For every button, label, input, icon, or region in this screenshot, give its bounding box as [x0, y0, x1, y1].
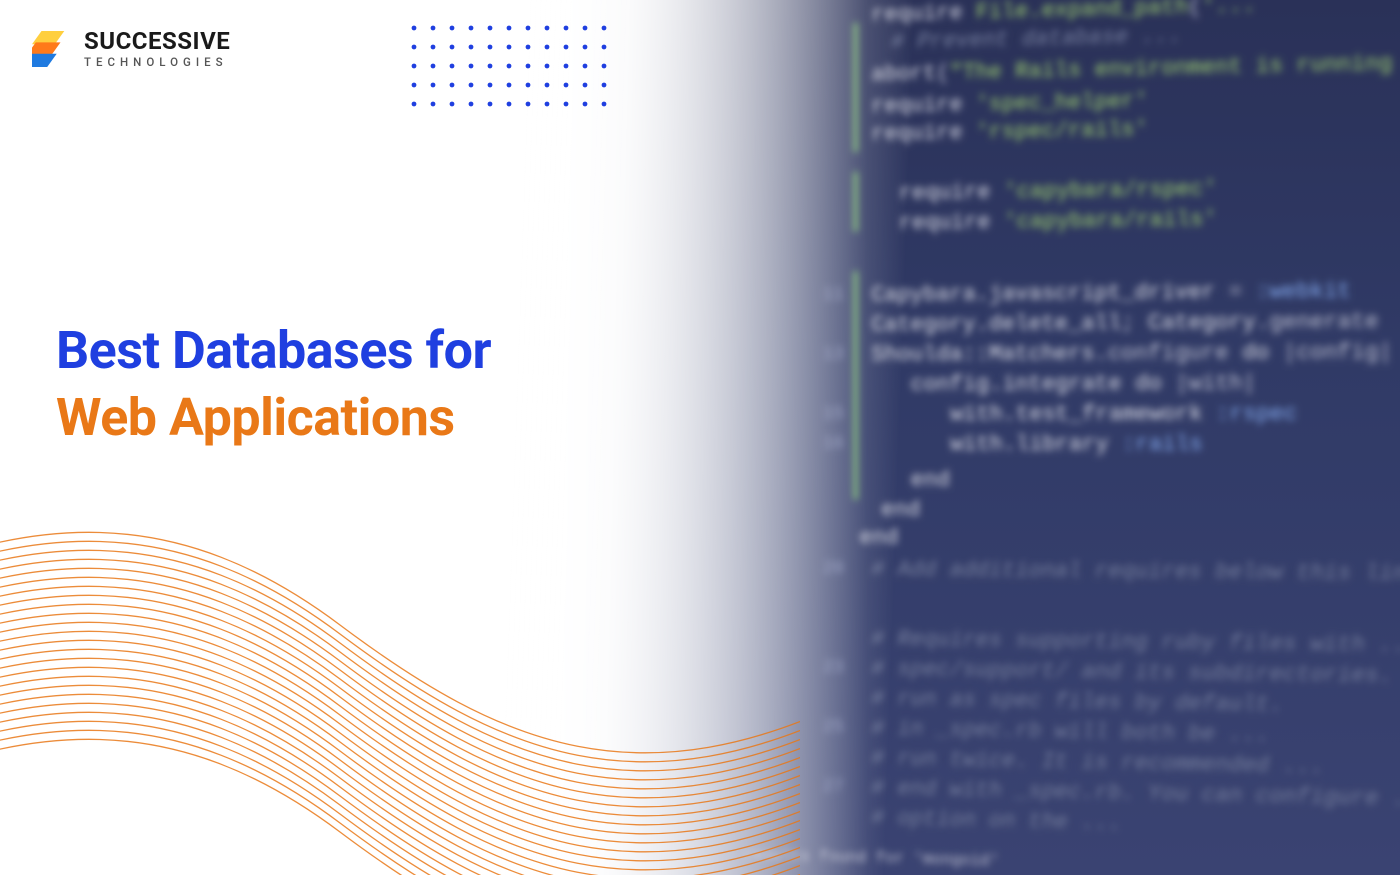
main-headline: Best Databases for Web Applications	[56, 318, 491, 451]
brand-logo: SUCCESSIVE TECHNOLOGIES	[32, 25, 230, 73]
headline-line-2: Web Applications	[56, 385, 491, 452]
brand-tagline: TECHNOLOGIES	[84, 57, 230, 69]
banner-canvas: 11 13 15 16 20 23 25 27 require File.exp…	[0, 0, 1400, 875]
brand-name: SUCCESSIVE	[84, 29, 230, 53]
wave-decoration	[0, 445, 800, 875]
logo-mark-icon	[32, 25, 70, 73]
dot-grid-decoration	[410, 24, 620, 124]
headline-line-1: Best Databases for	[56, 318, 491, 385]
